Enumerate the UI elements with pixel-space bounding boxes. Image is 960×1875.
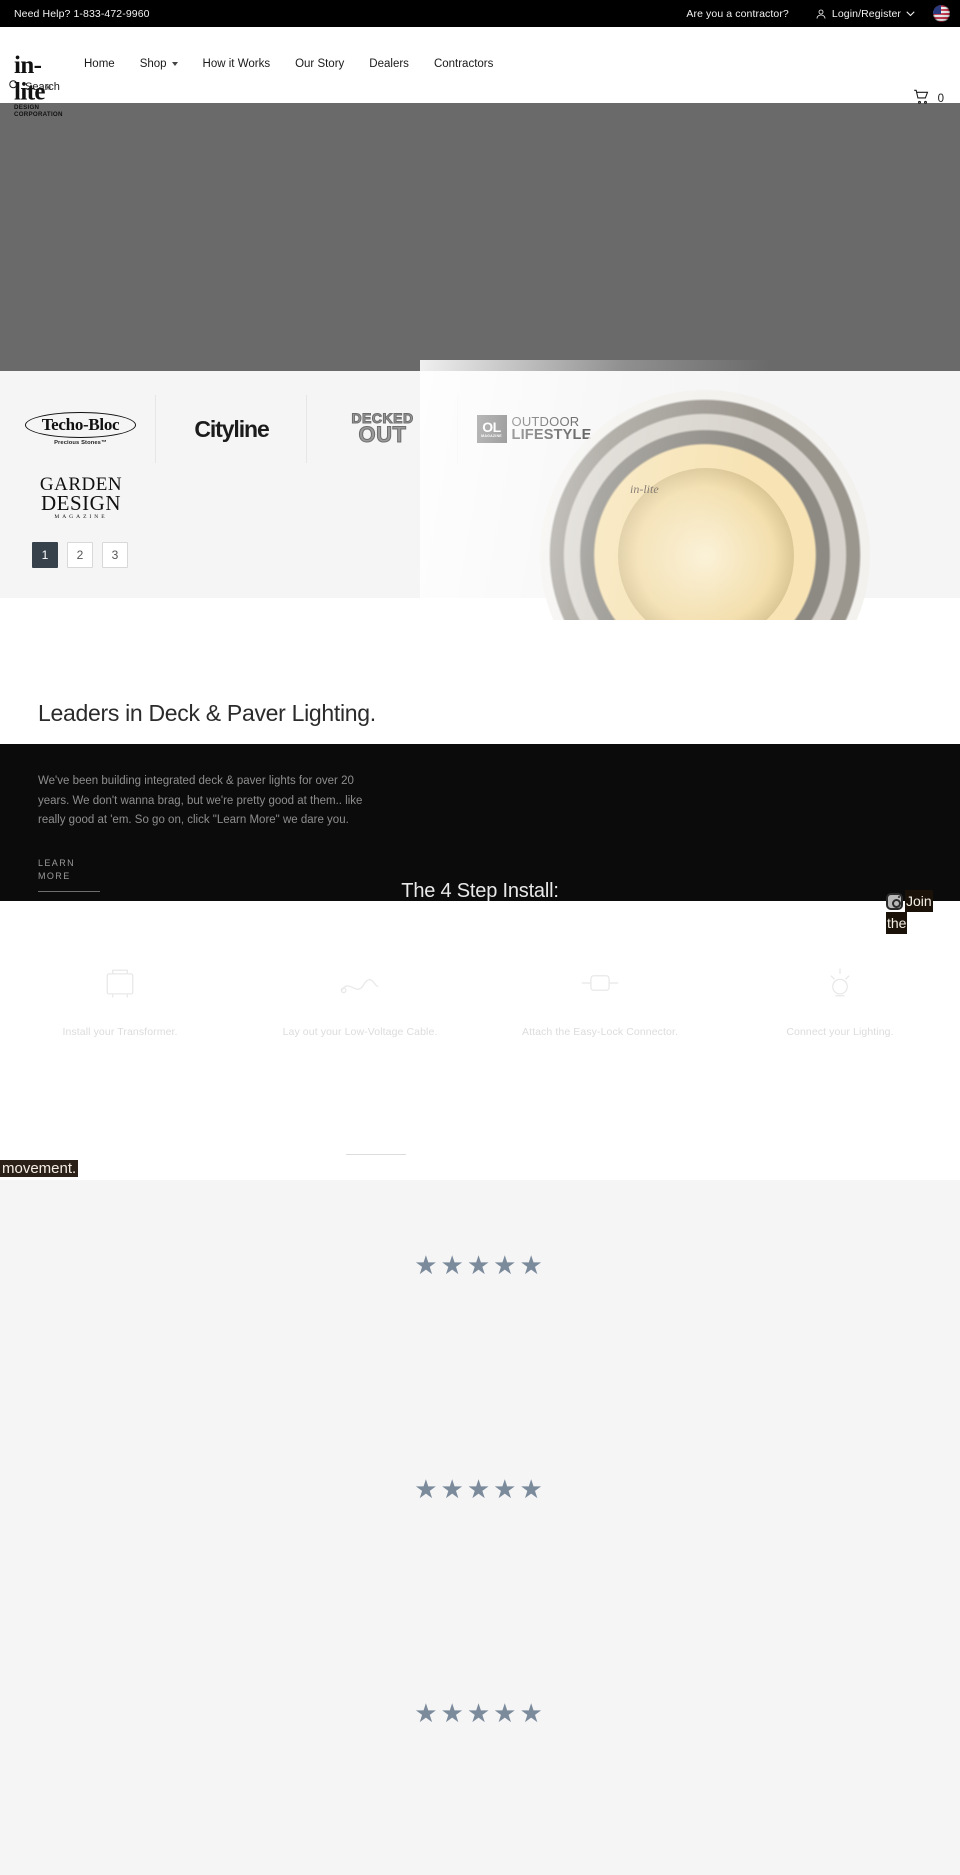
install-step-1: Install your Transformer. [0, 940, 240, 1038]
press-logo-label: Techo-Bloc [24, 411, 137, 438]
nav-label: Home [84, 58, 115, 70]
nav-item-contractors[interactable]: Contractors [434, 58, 493, 70]
review-item-3: ★★★★★ [0, 1700, 960, 1726]
carousel-pagination: 1 2 3 [32, 542, 128, 568]
logo-tagline: DESIGN CORPORATION [14, 104, 63, 119]
review-item-2: ★★★★★ [0, 1476, 960, 1502]
nav-label: Contractors [433, 58, 494, 70]
press-logo-garden-design[interactable]: GARDEN DESIGN MAGAZINE [6, 464, 156, 532]
instagram-icon[interactable] [886, 892, 903, 910]
press-logo-cityline[interactable]: Cityline [157, 395, 307, 463]
press-logo-sublabel: Precious Stones™ [54, 439, 107, 446]
nav-item-dealers[interactable]: Dealers [369, 58, 409, 70]
transformer-icon [0, 940, 240, 1026]
chevron-down-icon [906, 10, 915, 17]
connector-icon [480, 940, 720, 1026]
carousel-page-1[interactable]: 1 [32, 542, 58, 568]
leaders-heading: Leaders in Deck & Paver Lighting. [38, 700, 376, 726]
install-section-title: The 4 Step Install: [401, 880, 559, 902]
star-rating-icon: ★★★★★ [414, 1698, 546, 1728]
help-phone-text: Need Help? 1-833-472-9960 [14, 7, 150, 20]
main-header: in-lite® DESIGN CORPORATION Home Shop Ho… [0, 27, 960, 118]
cable-icon [240, 940, 480, 1026]
carousel-page-2[interactable]: 2 [67, 542, 93, 568]
join-text-line1: Join [905, 890, 933, 912]
press-logo-line2: DESIGN [40, 490, 121, 515]
install-step-4: Connect your Lighting. [720, 940, 960, 1038]
install-step-2: Lay out your Low-Voltage Cable. [240, 940, 480, 1038]
search-trigger[interactable]: Search [8, 79, 60, 94]
leaders-body-text: We've been building integrated deck & pa… [38, 775, 363, 826]
section-divider-rule [346, 1154, 406, 1155]
press-logo-techo-bloc[interactable]: Techo-Bloc Precious Stones™ [6, 395, 156, 463]
install-step-caption: Install your Transformer. [62, 1026, 178, 1038]
press-logo-label: Cityline [194, 415, 269, 442]
account-menu[interactable]: Login/Register [815, 8, 915, 20]
nav-item-how-it-works[interactable]: How it Works [203, 58, 271, 70]
account-menu-label: Login/Register [831, 7, 901, 20]
review-item-1: ★★★★★ [0, 1252, 960, 1278]
learn-more-line1: LEARN [38, 857, 76, 868]
contractor-link[interactable]: Are you a contractor? [686, 8, 789, 20]
install-step-caption: Attach the Easy-Lock Connector. [521, 1026, 679, 1038]
install-step-caption: Connect your Lighting. [786, 1026, 894, 1038]
nav-item-shop[interactable]: Shop [140, 58, 178, 70]
nav-item-home[interactable]: Home [84, 58, 115, 70]
reviews-section: ★★★★★ ★★★★★ ★★★★★ [0, 1180, 960, 1875]
chevron-down-icon [171, 62, 178, 66]
cart-count: 0 [937, 92, 944, 105]
nav-item-our-story[interactable]: Our Story [295, 58, 344, 70]
nav-label: Our Story [295, 58, 345, 70]
press-logo-line2: LIFESTYLE [511, 427, 592, 444]
learn-more-line2: MORE [38, 870, 71, 881]
press-logo-decked-out[interactable]: DECKED OUT [308, 395, 458, 463]
press-logo-carousel: Techo-Bloc Precious Stones™ Cityline DEC… [0, 371, 960, 598]
cart-icon [913, 89, 930, 108]
leaders-dark-panel: We've been building integrated deck & pa… [0, 744, 960, 901]
install-step-caption: Lay out your Low-Voltage Cable. [282, 1026, 438, 1038]
search-label: Search [25, 80, 60, 93]
nav-label: Shop [139, 58, 167, 70]
press-logo-line1: OUTDOOR [511, 413, 580, 429]
instagram-join-line-1: Join [886, 890, 956, 912]
us-flag-icon[interactable] [933, 5, 950, 22]
install-steps: Install your Transformer. Lay out your L… [0, 940, 960, 1038]
carousel-page-3[interactable]: 3 [102, 542, 128, 568]
cart-button[interactable]: 0 [913, 89, 944, 108]
instagram-join-line-2: the [886, 912, 956, 934]
star-rating-icon: ★★★★★ [414, 1474, 546, 1504]
join-text-line3: movement. [0, 1160, 79, 1177]
star-rating-icon: ★★★★★ [414, 1250, 546, 1280]
hero-banner-image [0, 103, 960, 371]
press-logo-outdoor-lifestyle[interactable]: OL MAGAZINE OUTDOOR LIFESTYLE [459, 395, 609, 463]
nav-label: How it Works [202, 58, 271, 70]
press-logo-line3: MAGAZINE [54, 513, 108, 520]
leaders-section: Leaders in Deck & Paver Lighting. We've … [0, 700, 960, 901]
utility-top-bar: Need Help? 1-833-472-9960 Are you a cont… [0, 0, 960, 27]
user-icon [815, 8, 827, 20]
search-icon [8, 79, 20, 94]
nav-label: Dealers [369, 58, 409, 70]
primary-nav: Home Shop How it Works Our Story Dealers… [84, 58, 493, 70]
lamp-icon [720, 940, 960, 1026]
contractor-link-label: Are you a contractor? [686, 7, 789, 20]
install-step-3: Attach the Easy-Lock Connector. [480, 940, 720, 1038]
ol-mark: OL MAGAZINE [476, 415, 507, 443]
press-logo-line2: OUT [358, 422, 407, 448]
press-logo-row-1: Techo-Bloc Precious Stones™ Cityline DEC… [6, 395, 618, 463]
ol-mark-initials: OL [482, 418, 501, 435]
join-text-line2: the [886, 912, 908, 934]
instagram-join-block[interactable]: Join the [886, 890, 956, 934]
ol-mark-sub: MAGAZINE [481, 433, 502, 438]
